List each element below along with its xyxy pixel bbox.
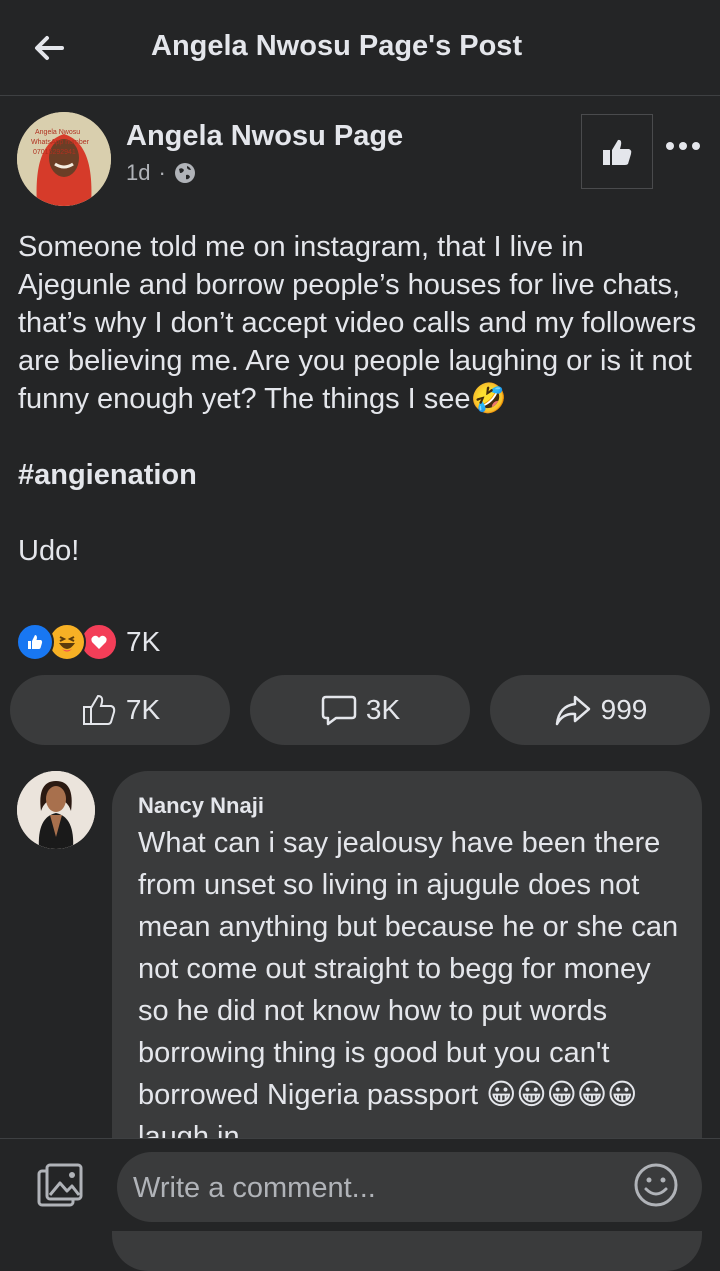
avatar-overlay-text-1: Angela Nwosu <box>35 129 80 136</box>
comment-count: 3K <box>365 694 401 725</box>
like-button[interactable]: 7K <box>10 675 230 745</box>
comment-bubble-icon <box>321 695 357 726</box>
smiley-icon <box>634 1163 678 1207</box>
back-button[interactable] <box>28 28 68 68</box>
photo-icon <box>37 1163 83 1207</box>
page-title: Angela Nwosu Page's Post <box>151 30 523 62</box>
comment-input[interactable] <box>131 1162 625 1214</box>
share-count: 999 <box>600 694 648 725</box>
like-count: 7K <box>125 694 161 725</box>
arrow-left-icon <box>35 36 64 60</box>
post-hashtag[interactable]: #angienation <box>18 456 698 494</box>
avatar-overlay-text-2: WhatsApp number <box>31 139 90 146</box>
more-options-button[interactable] <box>664 134 704 158</box>
comment-text: What can i say jealousy have been there … <box>138 827 679 1153</box>
post-body: Someone told me on instagram, that I liv… <box>18 228 698 570</box>
post-time[interactable]: 1d <box>126 160 150 186</box>
meta-separator: · <box>158 160 166 185</box>
commenter-avatar[interactable] <box>17 771 95 849</box>
share-button[interactable]: 999 <box>490 675 710 745</box>
top-bar: Angela Nwosu Page's Post <box>0 0 720 96</box>
comment-button[interactable]: 3K <box>250 675 470 745</box>
share-arrow-icon <box>555 695 590 726</box>
page-avatar[interactable]: Angela Nwosu WhatsApp number 07015292941 <box>17 112 111 206</box>
thumbs-up-icon <box>603 139 632 165</box>
thumbs-up-outline-icon <box>82 694 116 725</box>
post-text: Someone told me on instagram, that I liv… <box>18 231 697 415</box>
post-author-name[interactable]: Angela Nwosu Page <box>126 120 403 153</box>
comment-input-wrapper <box>117 1152 702 1222</box>
add-photo-button[interactable] <box>36 1163 86 1209</box>
comment-author[interactable]: Nancy Nnaji <box>138 793 264 819</box>
reaction-summary[interactable]: 7K <box>16 622 160 662</box>
like-page-button[interactable] <box>581 114 653 189</box>
globe-icon <box>174 163 195 183</box>
post-sign-off: Udo! <box>18 535 80 567</box>
post-meta: 1d · <box>126 160 196 186</box>
emoji-button[interactable] <box>633 1162 679 1208</box>
like-reaction-icon <box>16 623 54 661</box>
reaction-count: 7K <box>126 626 161 657</box>
more-dots-icon <box>666 142 700 150</box>
avatar-overlay-text-3: 07015292941 <box>33 149 76 156</box>
